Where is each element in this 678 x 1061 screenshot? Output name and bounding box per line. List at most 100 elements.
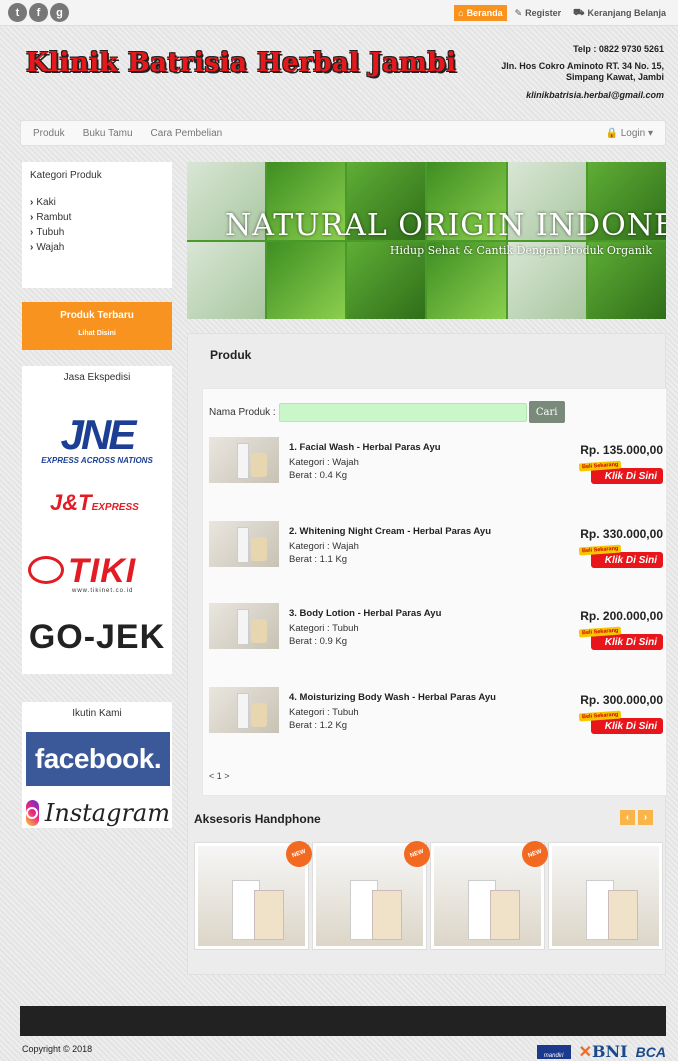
aksesoris-carousel: NEW NEW NEW — [194, 837, 663, 950]
produk-terbaru-box[interactable]: Produk Terbaru Lihat Disini — [22, 302, 172, 350]
product-image[interactable] — [209, 687, 279, 733]
product-price: Rp. 135.000,00 — [580, 443, 663, 457]
product-weight: Berat : 0.4 Kg — [289, 470, 348, 481]
top-nav: ⌂ Beranda ✎ Register ⛟ Keranjang Belanja — [454, 5, 670, 21]
bni-label: BNI — [592, 1042, 628, 1061]
product-name[interactable]: 2. Whitening Night Cream - Herbal Paras … — [289, 526, 491, 537]
category-label: Wajah — [36, 242, 65, 253]
chevron-right-icon: › — [30, 212, 34, 223]
page-title: Produk — [210, 348, 252, 362]
product-category: Kategori : Tubuh — [289, 623, 359, 634]
product-category: Kategori : Tubuh — [289, 707, 359, 718]
search-button[interactable]: Cari — [528, 401, 565, 423]
nav-cara-pembelian[interactable]: Cara Pembelian — [151, 128, 223, 139]
instagram-link[interactable]: Instagram — [26, 799, 170, 827]
product-name[interactable]: 3. Body Lotion - Herbal Paras Ayu — [289, 608, 441, 619]
category-label: Tubuh — [36, 227, 65, 238]
phone-number: Telp : 0822 9730 5261 — [573, 44, 664, 54]
jt-logo: J&TEXPRESS — [50, 490, 139, 516]
product-image[interactable] — [209, 521, 279, 567]
buy-button[interactable]: Klik Di Sini — [591, 634, 663, 650]
product-row: 2. Whitening Night Cream - Herbal Paras … — [209, 521, 667, 593]
carousel-controls: ‹ › — [620, 810, 653, 825]
ekspedisi-box: Jasa Ekspedisi JNE EXPRESS ACROSS NATION… — [22, 366, 172, 674]
category-item-tubuh[interactable]: › Tubuh — [30, 225, 164, 240]
nav-register-label: Register — [525, 8, 562, 18]
jne-logo: JNE EXPRESS ACROSS NATIONS — [28, 414, 166, 476]
chevron-right-icon: › — [30, 227, 34, 238]
login-dropdown[interactable]: 🔒 Login ▾ — [605, 128, 653, 139]
product-category: Kategori : Wajah — [289, 457, 359, 468]
bni-logo: ✕BNI — [578, 1042, 628, 1061]
contact-info: Telp : 0822 9730 5261 Jln. Hos Cokro Ami… — [474, 44, 664, 101]
product-name[interactable]: 1. Facial Wash - Herbal Paras Ayu — [289, 442, 441, 453]
facebook-link[interactable]: facebook. — [26, 732, 170, 786]
product-row: 1. Facial Wash - Herbal Paras Ayu Katego… — [209, 437, 667, 509]
product-weight: Berat : 1.2 Kg — [289, 720, 348, 731]
caret-down-icon: ▾ — [647, 128, 653, 139]
login-label: Login — [620, 128, 646, 139]
nav-beranda[interactable]: ⌂ Beranda — [454, 5, 507, 21]
product-row: 3. Body Lotion - Herbal Paras Ayu Katego… — [209, 603, 667, 675]
jne-tagline: EXPRESS ACROSS NATIONS — [41, 456, 153, 465]
nav-register[interactable]: ✎ Register — [511, 5, 566, 21]
gojek-logo: GO-JEK — [28, 618, 166, 656]
facebook-icon[interactable]: f — [29, 3, 48, 22]
chevron-right-icon: › — [30, 242, 34, 253]
carousel-item[interactable]: NEW — [194, 837, 316, 950]
nav-produk[interactable]: Produk — [33, 128, 65, 139]
copyright: Copyright © 2018 — [22, 1044, 93, 1054]
twitter-icon[interactable]: t — [8, 3, 27, 22]
mandiri-logo: mandiri — [536, 1044, 571, 1059]
banner-title: NATURAL ORIGIN INDONESIA — [225, 208, 666, 243]
carousel-item[interactable]: NEW — [312, 837, 434, 950]
cart-icon: ⛟ — [573, 7, 585, 17]
ekspedisi-title: Jasa Ekspedisi — [63, 372, 131, 383]
tiki-logo: TIKI www.tikinet.co.id — [24, 552, 170, 598]
category-item-wajah[interactable]: › Wajah — [30, 240, 164, 255]
carousel-item[interactable]: NEW — [430, 837, 552, 950]
home-icon: ⌂ — [458, 8, 464, 18]
product-panel: Nama Produk : Cari 1. Facial Wash - Herb… — [202, 388, 667, 796]
hero-banner: NATURAL ORIGIN INDONESIA Hidup Sehat & C… — [187, 162, 666, 319]
instagram-label: Instagram — [44, 799, 170, 827]
nav-cart-label: Keranjang Belanja — [587, 8, 666, 18]
tiki-wordmark: TIKI — [68, 552, 137, 590]
lock-icon: 🔒 — [605, 128, 618, 139]
tiki-url: www.tikinet.co.id — [72, 588, 134, 594]
address: Jln. Hos Cokro Aminoto RT. 34 No. 15, Si… — [501, 61, 664, 82]
product-thumbnail — [552, 846, 659, 946]
site-logo[interactable]: Klinik Batrisia Herbal Jambi — [26, 48, 457, 78]
category-title: Kategori Produk — [30, 170, 102, 181]
category-item-kaki[interactable]: › Kaki — [30, 195, 164, 210]
google-plus-icon[interactable]: g — [50, 3, 69, 22]
top-bar: t f g ⌂ Beranda ✎ Register ⛟ Keranjang Bela… — [0, 0, 678, 26]
product-image[interactable] — [209, 603, 279, 649]
product-price: Rp. 330.000,00 — [580, 527, 663, 541]
jne-wordmark: JNE — [60, 411, 137, 458]
chevron-left-icon[interactable]: ‹ — [620, 810, 635, 825]
jt-sub: EXPRESS — [91, 502, 139, 513]
search-input[interactable] — [278, 402, 527, 422]
edit-icon: ✎ — [514, 7, 523, 18]
pagination[interactable]: < 1 > — [209, 771, 230, 781]
email: klinikbatrisia.herbal@gmail.com — [526, 90, 664, 100]
carousel-item[interactable] — [548, 842, 663, 950]
nav-cart[interactable]: ⛟ Keranjang Belanja — [569, 5, 670, 21]
product-weight: Berat : 1.1 Kg — [289, 554, 348, 565]
buy-button[interactable]: Klik Di Sini — [591, 468, 663, 484]
category-item-rambut[interactable]: › Rambut — [30, 210, 164, 225]
nav-beranda-label: Beranda — [466, 8, 503, 18]
instagram-icon — [26, 800, 39, 826]
product-price: Rp. 200.000,00 — [580, 609, 663, 623]
chevron-right-icon[interactable]: › — [638, 810, 653, 825]
banner-subtitle: Hidup Sehat & Cantik Dengan Produk Organ… — [389, 244, 652, 257]
buy-button[interactable]: Klik Di Sini — [591, 552, 663, 568]
buy-button[interactable]: Klik Di Sini — [591, 718, 663, 734]
product-image[interactable] — [209, 437, 279, 483]
produk-terbaru-link[interactable]: Lihat Disini — [22, 330, 172, 337]
chevron-right-icon: › — [30, 197, 34, 208]
nav-buku-tamu[interactable]: Buku Tamu — [83, 128, 133, 139]
main-content: Produk Nama Produk : Cari 1. Facial Wash… — [187, 333, 667, 975]
product-name[interactable]: 4. Moisturizing Body Wash - Herbal Paras… — [289, 692, 496, 703]
